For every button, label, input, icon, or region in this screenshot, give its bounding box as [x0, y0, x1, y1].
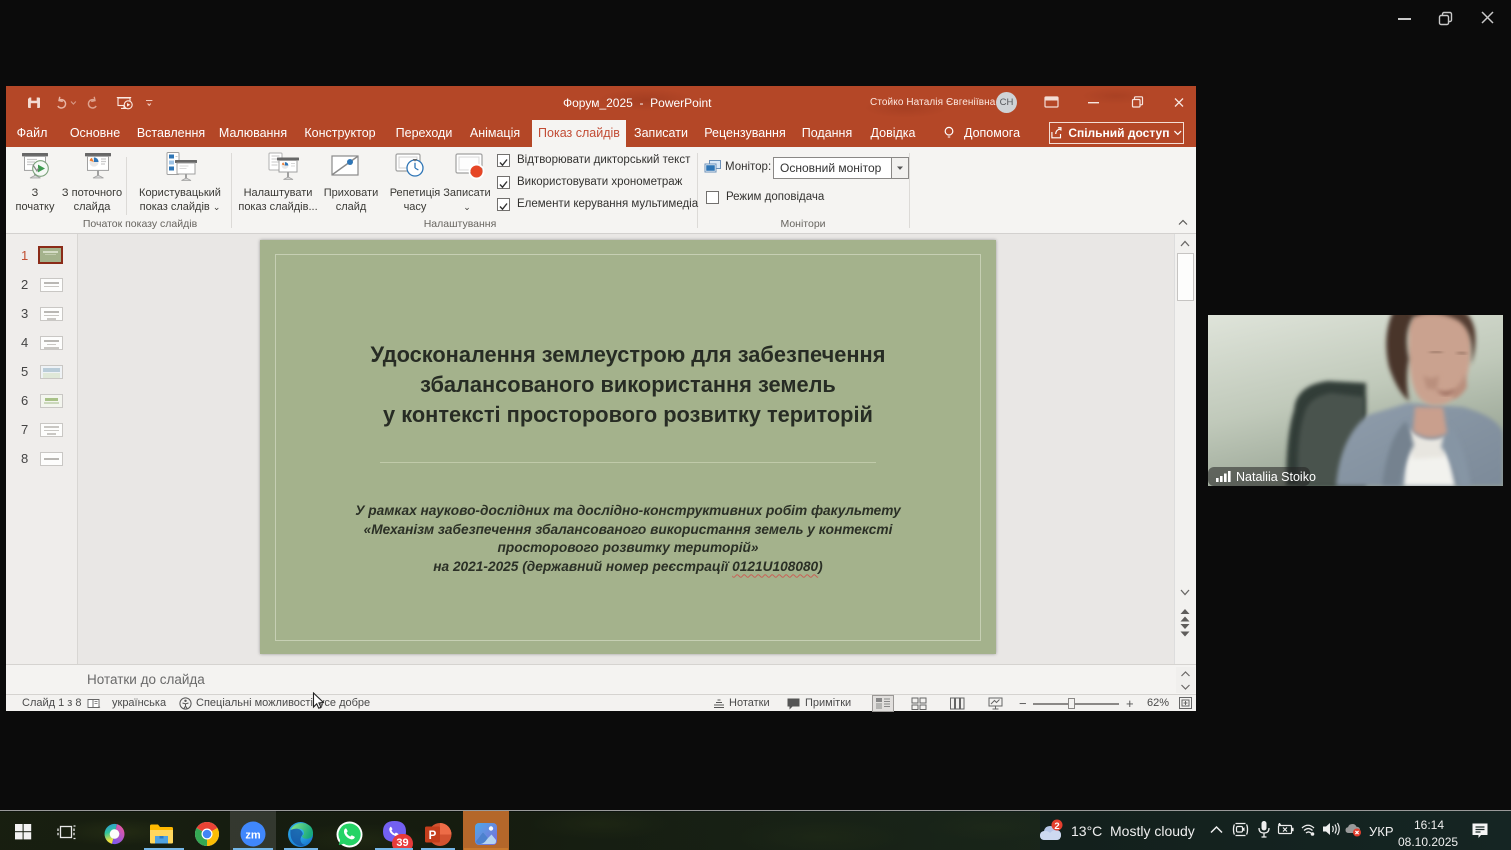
svg-text:2: 2 — [1054, 821, 1059, 832]
svg-text:P: P — [429, 830, 437, 842]
svg-text:zm: zm — [245, 830, 261, 842]
